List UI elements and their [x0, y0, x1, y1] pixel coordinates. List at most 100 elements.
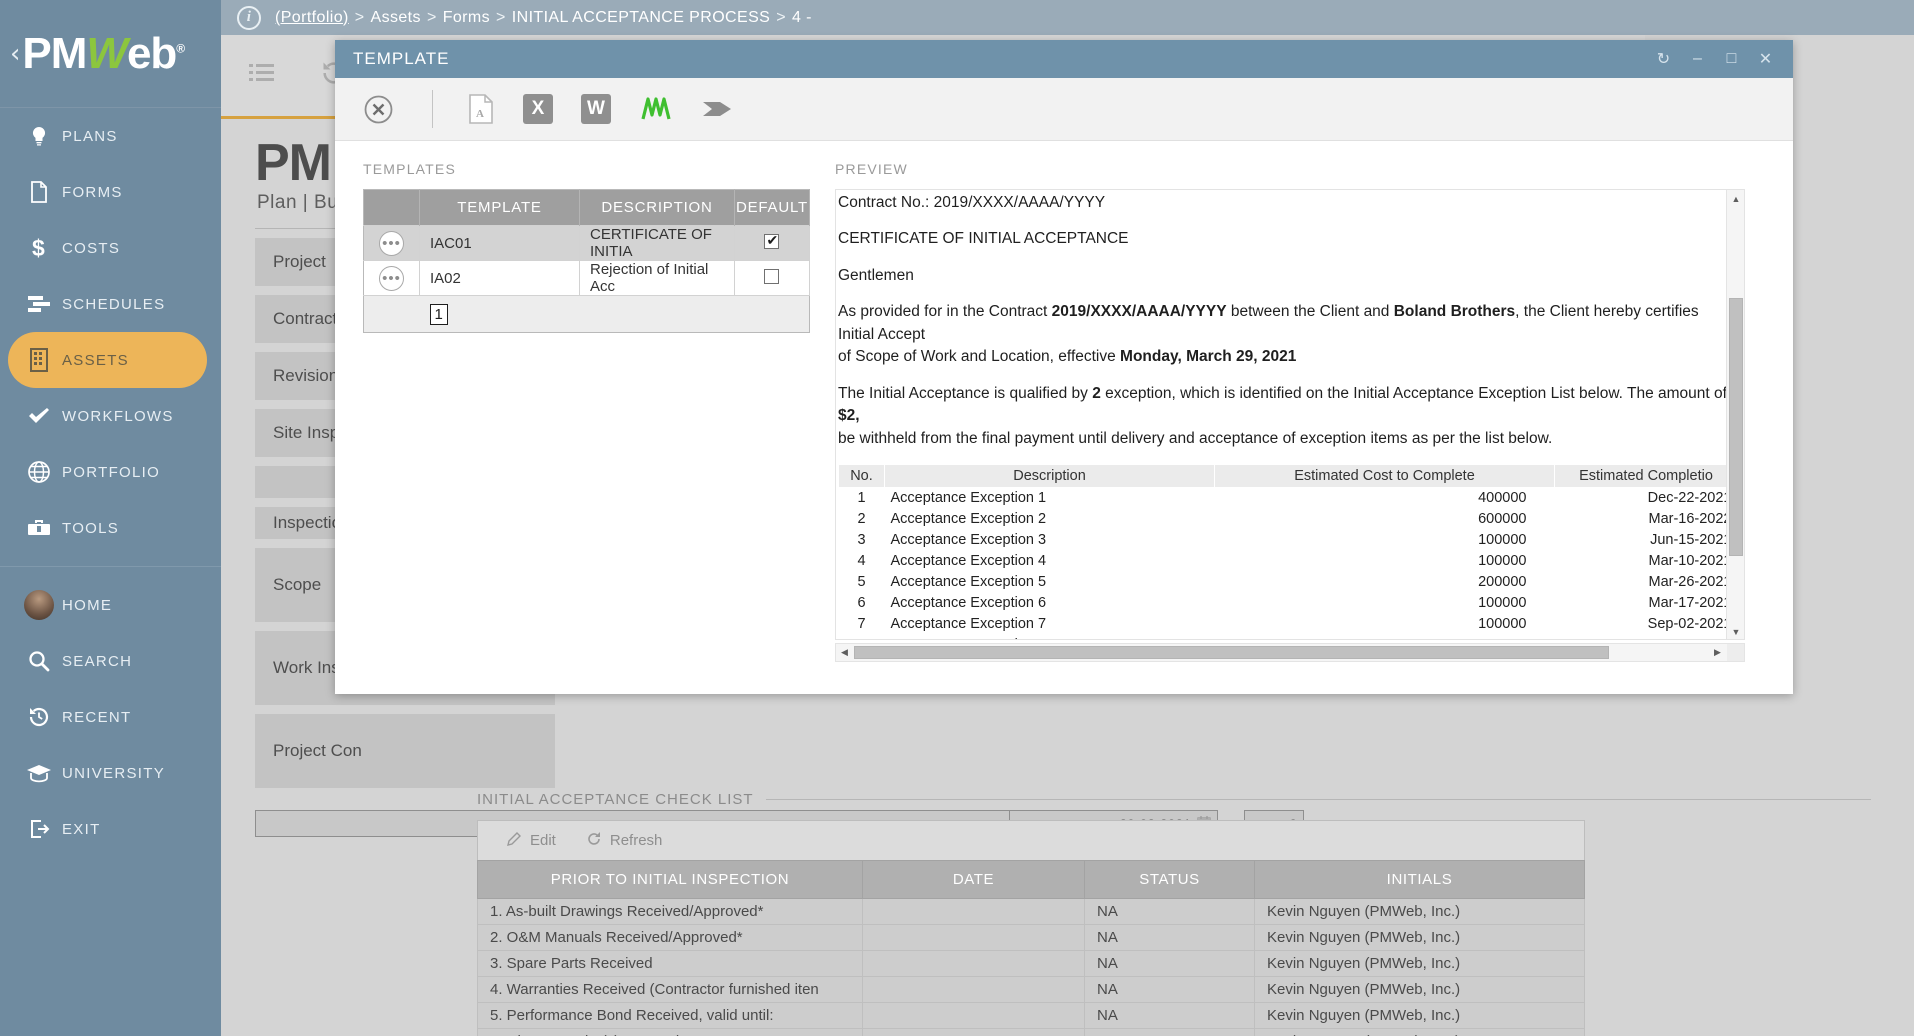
horizontal-scroll-thumb[interactable]	[854, 646, 1609, 659]
modal-toolbar: A X W	[335, 78, 1793, 141]
column-header-description[interactable]: DESCRIPTION	[579, 189, 735, 226]
close-icon[interactable]: ✕	[1749, 44, 1783, 74]
info-icon[interactable]: i	[237, 5, 261, 30]
sidebar-item-recent[interactable]: RECENT	[0, 689, 221, 745]
sidebar-item-tools[interactable]: TOOLS	[0, 500, 221, 556]
table-row[interactable]: ••• IA02 Rejection of Initial Acc	[363, 260, 811, 296]
preview-horizontal-scrollbar[interactable]: ◀ ▶	[835, 643, 1745, 662]
sidebar-item-forms[interactable]: FORMS	[0, 164, 221, 220]
logo-wordmark: PMWeb®	[22, 28, 185, 78]
cancel-icon[interactable]	[363, 94, 394, 125]
sidebar-collapse-icon[interactable]: ‹	[10, 41, 20, 67]
column-header-date[interactable]: DATE	[862, 860, 1085, 899]
field-project-contact[interactable]: Project Con	[255, 713, 555, 788]
column-header-name[interactable]: PRIOR TO INITIAL INSPECTION	[477, 860, 863, 899]
sidebar-item-assets[interactable]: ASSETS	[8, 332, 207, 388]
word-letter: W	[581, 94, 611, 124]
scroll-up-icon[interactable]: ▲	[1727, 190, 1744, 208]
export-excel-icon[interactable]: X	[523, 94, 553, 124]
checklist-table: PRIOR TO INITIAL INSPECTION DATE STATUS …	[477, 860, 1585, 1036]
column-header-status[interactable]: STATUS	[1084, 860, 1255, 899]
templates-table: TEMPLATE DESCRIPTION DEFAULT ••• IAC01 CER…	[363, 189, 811, 333]
cell-no: 2	[857, 511, 866, 528]
globe-icon	[16, 460, 62, 484]
cell-completion: Mar-17-2021	[1648, 595, 1732, 612]
refresh-button[interactable]: Refresh	[586, 831, 662, 851]
column-header-initials[interactable]: INITIALS	[1254, 860, 1585, 899]
table-row[interactable]: 6. Change Order(s) Proceed NAKevin Nguyen…	[477, 1028, 1585, 1036]
edit-button[interactable]: Edit	[506, 831, 556, 851]
table-row[interactable]: 2. O&M Manuals Received/Approved* NA Kevin…	[477, 924, 1585, 951]
cell-template[interactable]: IA02	[419, 260, 580, 296]
cell-description[interactable]: CERTIFICATE OF INITIA	[579, 225, 735, 261]
application-root: ‹ PMWeb® PLANS FORMS $ COSTS SCHEDULES A…	[0, 0, 1914, 1036]
send-icon[interactable]	[701, 96, 733, 122]
cell-cost: 100000	[1478, 553, 1527, 570]
column-header-menu	[363, 189, 420, 226]
sidebar-item-university[interactable]: UNIVERSITY	[0, 745, 221, 801]
list-view-icon[interactable]	[247, 60, 277, 91]
breadcrumb-process[interactable]: INITIAL ACCEPTANCE PROCESS	[512, 9, 770, 27]
scroll-down-icon[interactable]: ▼	[1727, 623, 1744, 639]
sidebar-item-costs[interactable]: $ COSTS	[0, 220, 221, 276]
toolbar-divider	[432, 90, 433, 128]
scroll-right-icon[interactable]: ▶	[1709, 644, 1726, 661]
sidebar-item-label: FORMS	[62, 183, 123, 201]
pmweb-export-icon[interactable]	[639, 94, 673, 124]
cell-date	[862, 924, 1085, 951]
breadcrumb-assets[interactable]: Assets	[371, 9, 421, 27]
pmweb-logo[interactable]: ‹ PMWeb®	[0, 0, 221, 108]
column-header-template[interactable]: TEMPLATE	[419, 189, 580, 226]
row-menu-icon[interactable]: •••	[379, 230, 404, 256]
toolbox-icon	[16, 517, 62, 539]
restore-icon[interactable]: ↻	[1647, 44, 1681, 74]
row-menu-icon[interactable]: •••	[379, 265, 404, 291]
checkmark-icon	[16, 404, 62, 428]
sidebar-item-home[interactable]: HOME	[0, 577, 221, 633]
default-checkbox[interactable]	[764, 268, 780, 284]
document-icon	[16, 180, 62, 204]
history-icon	[16, 705, 62, 729]
sidebar-item-label: RECENT	[62, 708, 132, 726]
sidebar-item-search[interactable]: SEARCH	[0, 633, 221, 689]
table-row: 6 Acceptance Exception 6 100000 Mar-17-2021	[839, 593, 1738, 614]
modal-title-bar[interactable]: TEMPLATE ↻ – □ ✕	[335, 40, 1793, 78]
scrollbar-corner	[1727, 644, 1744, 661]
dollar-icon: $	[16, 235, 62, 261]
export-pdf-icon[interactable]: A	[467, 93, 495, 125]
table-row[interactable]: 3. Spare Parts Received NA Kevin Nguyen (P…	[477, 950, 1585, 977]
modal-title-text: TEMPLATE	[353, 49, 450, 68]
sidebar-item-schedules[interactable]: SCHEDULES	[0, 276, 221, 332]
column-header-default[interactable]: DEFAULT	[734, 189, 811, 226]
sidebar-item-plans[interactable]: PLANS	[0, 108, 221, 164]
default-checkbox[interactable]	[764, 232, 780, 249]
breadcrumb-forms[interactable]: Forms	[443, 9, 490, 27]
maximize-icon[interactable]: □	[1715, 44, 1749, 74]
sidebar-item-label: PLANS	[62, 127, 118, 145]
vertical-scroll-thumb[interactable]	[1729, 298, 1743, 556]
preview-content: Contract No.: 2019/XXXX/AAAA/YYYY CERTIF…	[836, 190, 1738, 639]
cell-description: Acceptance Exception 7	[890, 616, 1047, 633]
sidebar-item-exit[interactable]: EXIT	[0, 801, 221, 857]
cell-template[interactable]: IAC01	[419, 225, 580, 261]
cell-no: 1	[857, 490, 866, 507]
exit-icon	[16, 817, 62, 841]
table-row[interactable]: 1. As-built Drawings Received/Approved* N…	[477, 898, 1585, 925]
sidebar-item-label: UNIVERSITY	[62, 764, 166, 782]
table-row[interactable]: 4. Warranties Received (Contractor furni…	[477, 976, 1585, 1003]
cell-completion: Mar-26-2021	[1648, 574, 1732, 591]
export-word-icon[interactable]: W	[581, 94, 611, 124]
cell-description[interactable]: Rejection of Initial Acc	[579, 260, 735, 296]
page-number[interactable]: 1	[429, 303, 448, 325]
excel-letter: X	[523, 94, 553, 124]
preview-vertical-scrollbar[interactable]: ▲ ▼	[1726, 190, 1744, 639]
sidebar-item-workflows[interactable]: WORKFLOWS	[0, 388, 221, 444]
table-row[interactable]: ••• IAC01 CERTIFICATE OF INITIA	[363, 225, 811, 261]
breadcrumb-portfolio[interactable]: (Portfolio)	[275, 9, 349, 27]
sidebar-item-portfolio[interactable]: PORTFOLIO	[0, 444, 221, 500]
scroll-left-icon[interactable]: ◀	[836, 644, 853, 661]
table-row[interactable]: 5. Performance Bond Received, valid unti…	[477, 1002, 1585, 1029]
minimize-icon[interactable]: –	[1681, 44, 1715, 74]
exception-list-table: No. Description Estimated Cost to Comple…	[838, 464, 1738, 639]
edit-label: Edit	[530, 832, 556, 849]
